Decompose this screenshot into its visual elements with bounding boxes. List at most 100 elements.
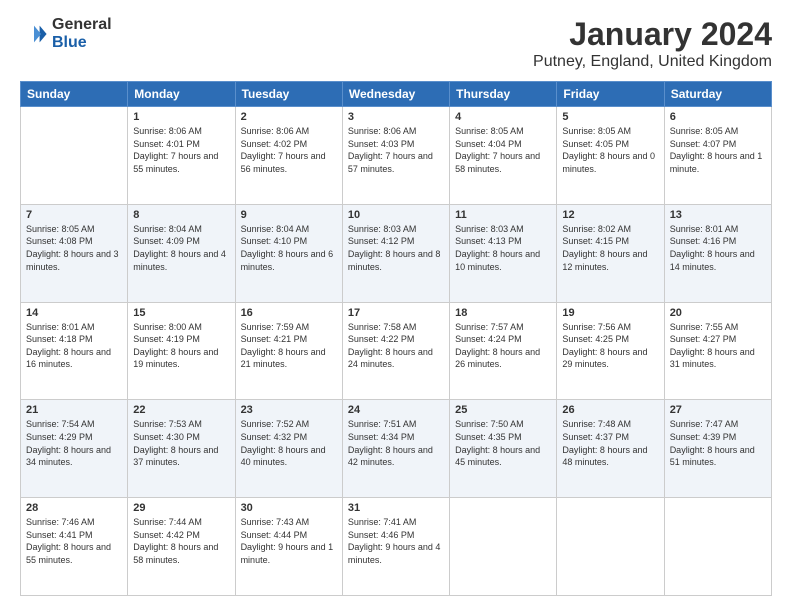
- sunrise-time: Sunrise: 7:51 AM: [348, 419, 417, 429]
- sunset-time: Sunset: 4:03 PM: [348, 139, 415, 149]
- daylight-hours: Daylight: 8 hours and 45 minutes.: [455, 445, 540, 468]
- day-number: 19: [562, 307, 658, 319]
- calendar-cell: [450, 498, 557, 596]
- week-row-5: 28 Sunrise: 7:46 AM Sunset: 4:41 PM Dayl…: [21, 498, 772, 596]
- day-info: Sunrise: 8:02 AM Sunset: 4:15 PM Dayligh…: [562, 223, 658, 273]
- weekday-header-friday: Friday: [557, 82, 664, 107]
- sunset-time: Sunset: 4:16 PM: [670, 236, 737, 246]
- daylight-hours: Daylight: 7 hours and 56 minutes.: [241, 151, 326, 174]
- calendar-table: SundayMondayTuesdayWednesdayThursdayFrid…: [20, 81, 772, 596]
- sunset-time: Sunset: 4:18 PM: [26, 334, 93, 344]
- header: General Blue January 2024 Putney, Englan…: [20, 16, 772, 71]
- calendar-cell: 21 Sunrise: 7:54 AM Sunset: 4:29 PM Dayl…: [21, 400, 128, 498]
- sunrise-time: Sunrise: 8:04 AM: [241, 224, 310, 234]
- day-number: 9: [241, 209, 337, 221]
- sunset-time: Sunset: 4:25 PM: [562, 334, 629, 344]
- sunrise-time: Sunrise: 7:43 AM: [241, 517, 310, 527]
- sunset-time: Sunset: 4:35 PM: [455, 432, 522, 442]
- sunrise-time: Sunrise: 8:03 AM: [455, 224, 524, 234]
- calendar-page: General Blue January 2024 Putney, Englan…: [0, 0, 792, 612]
- sunset-time: Sunset: 4:08 PM: [26, 236, 93, 246]
- day-info: Sunrise: 7:55 AM Sunset: 4:27 PM Dayligh…: [670, 321, 766, 371]
- sunrise-time: Sunrise: 7:57 AM: [455, 322, 524, 332]
- sunrise-time: Sunrise: 7:54 AM: [26, 419, 95, 429]
- daylight-hours: Daylight: 8 hours and 55 minutes.: [26, 542, 111, 565]
- daylight-hours: Daylight: 7 hours and 58 minutes.: [455, 151, 540, 174]
- calendar-cell: 5 Sunrise: 8:05 AM Sunset: 4:05 PM Dayli…: [557, 107, 664, 205]
- daylight-hours: Daylight: 8 hours and 6 minutes.: [241, 249, 334, 272]
- daylight-hours: Daylight: 8 hours and 0 minutes.: [562, 151, 655, 174]
- weekday-header-saturday: Saturday: [664, 82, 771, 107]
- calendar-cell: 9 Sunrise: 8:04 AM Sunset: 4:10 PM Dayli…: [235, 204, 342, 302]
- day-info: Sunrise: 7:57 AM Sunset: 4:24 PM Dayligh…: [455, 321, 551, 371]
- day-info: Sunrise: 7:59 AM Sunset: 4:21 PM Dayligh…: [241, 321, 337, 371]
- sunrise-time: Sunrise: 8:05 AM: [562, 126, 631, 136]
- sunset-time: Sunset: 4:46 PM: [348, 530, 415, 540]
- day-info: Sunrise: 8:06 AM Sunset: 4:01 PM Dayligh…: [133, 125, 229, 175]
- daylight-hours: Daylight: 8 hours and 29 minutes.: [562, 347, 647, 370]
- day-info: Sunrise: 7:47 AM Sunset: 4:39 PM Dayligh…: [670, 418, 766, 468]
- daylight-hours: Daylight: 8 hours and 1 minute.: [670, 151, 763, 174]
- day-number: 6: [670, 111, 766, 123]
- daylight-hours: Daylight: 8 hours and 8 minutes.: [348, 249, 441, 272]
- sunrise-time: Sunrise: 8:05 AM: [455, 126, 524, 136]
- daylight-hours: Daylight: 8 hours and 21 minutes.: [241, 347, 326, 370]
- sunset-time: Sunset: 4:07 PM: [670, 139, 737, 149]
- sunset-time: Sunset: 4:29 PM: [26, 432, 93, 442]
- day-number: 11: [455, 209, 551, 221]
- day-info: Sunrise: 7:52 AM Sunset: 4:32 PM Dayligh…: [241, 418, 337, 468]
- day-info: Sunrise: 7:53 AM Sunset: 4:30 PM Dayligh…: [133, 418, 229, 468]
- day-number: 14: [26, 307, 122, 319]
- sunrise-time: Sunrise: 7:59 AM: [241, 322, 310, 332]
- sunrise-time: Sunrise: 7:53 AM: [133, 419, 202, 429]
- calendar-cell: 14 Sunrise: 8:01 AM Sunset: 4:18 PM Dayl…: [21, 302, 128, 400]
- sunrise-time: Sunrise: 8:04 AM: [133, 224, 202, 234]
- day-number: 27: [670, 404, 766, 416]
- calendar-cell: 30 Sunrise: 7:43 AM Sunset: 4:44 PM Dayl…: [235, 498, 342, 596]
- calendar-cell: 26 Sunrise: 7:48 AM Sunset: 4:37 PM Dayl…: [557, 400, 664, 498]
- sunrise-time: Sunrise: 8:05 AM: [26, 224, 95, 234]
- day-info: Sunrise: 7:50 AM Sunset: 4:35 PM Dayligh…: [455, 418, 551, 468]
- sunset-time: Sunset: 4:41 PM: [26, 530, 93, 540]
- sunrise-time: Sunrise: 8:06 AM: [133, 126, 202, 136]
- daylight-hours: Daylight: 8 hours and 4 minutes.: [133, 249, 226, 272]
- day-number: 29: [133, 502, 229, 514]
- calendar-cell: 31 Sunrise: 7:41 AM Sunset: 4:46 PM Dayl…: [342, 498, 449, 596]
- sunset-time: Sunset: 4:21 PM: [241, 334, 308, 344]
- location-title: Putney, England, United Kingdom: [533, 53, 772, 71]
- calendar-cell: 24 Sunrise: 7:51 AM Sunset: 4:34 PM Dayl…: [342, 400, 449, 498]
- day-info: Sunrise: 8:05 AM Sunset: 4:05 PM Dayligh…: [562, 125, 658, 175]
- day-number: 12: [562, 209, 658, 221]
- sunrise-time: Sunrise: 8:01 AM: [670, 224, 739, 234]
- logo: General Blue: [20, 16, 112, 52]
- day-info: Sunrise: 8:04 AM Sunset: 4:10 PM Dayligh…: [241, 223, 337, 273]
- daylight-hours: Daylight: 8 hours and 16 minutes.: [26, 347, 111, 370]
- day-number: 3: [348, 111, 444, 123]
- day-info: Sunrise: 8:04 AM Sunset: 4:09 PM Dayligh…: [133, 223, 229, 273]
- sunrise-time: Sunrise: 7:47 AM: [670, 419, 739, 429]
- daylight-hours: Daylight: 8 hours and 10 minutes.: [455, 249, 540, 272]
- week-row-4: 21 Sunrise: 7:54 AM Sunset: 4:29 PM Dayl…: [21, 400, 772, 498]
- sunset-time: Sunset: 4:13 PM: [455, 236, 522, 246]
- weekday-header-wednesday: Wednesday: [342, 82, 449, 107]
- daylight-hours: Daylight: 8 hours and 34 minutes.: [26, 445, 111, 468]
- sunrise-time: Sunrise: 8:05 AM: [670, 126, 739, 136]
- calendar-cell: 28 Sunrise: 7:46 AM Sunset: 4:41 PM Dayl…: [21, 498, 128, 596]
- daylight-hours: Daylight: 8 hours and 42 minutes.: [348, 445, 433, 468]
- sunset-time: Sunset: 4:27 PM: [670, 334, 737, 344]
- day-info: Sunrise: 7:54 AM Sunset: 4:29 PM Dayligh…: [26, 418, 122, 468]
- day-number: 7: [26, 209, 122, 221]
- daylight-hours: Daylight: 7 hours and 55 minutes.: [133, 151, 218, 174]
- sunrise-time: Sunrise: 7:50 AM: [455, 419, 524, 429]
- sunset-time: Sunset: 4:05 PM: [562, 139, 629, 149]
- day-info: Sunrise: 8:06 AM Sunset: 4:03 PM Dayligh…: [348, 125, 444, 175]
- day-number: 16: [241, 307, 337, 319]
- sunrise-time: Sunrise: 7:44 AM: [133, 517, 202, 527]
- day-info: Sunrise: 7:56 AM Sunset: 4:25 PM Dayligh…: [562, 321, 658, 371]
- day-number: 28: [26, 502, 122, 514]
- calendar-cell: 16 Sunrise: 7:59 AM Sunset: 4:21 PM Dayl…: [235, 302, 342, 400]
- logo-icon: [20, 20, 48, 48]
- sunrise-time: Sunrise: 8:06 AM: [348, 126, 417, 136]
- weekday-header-tuesday: Tuesday: [235, 82, 342, 107]
- day-info: Sunrise: 8:03 AM Sunset: 4:12 PM Dayligh…: [348, 223, 444, 273]
